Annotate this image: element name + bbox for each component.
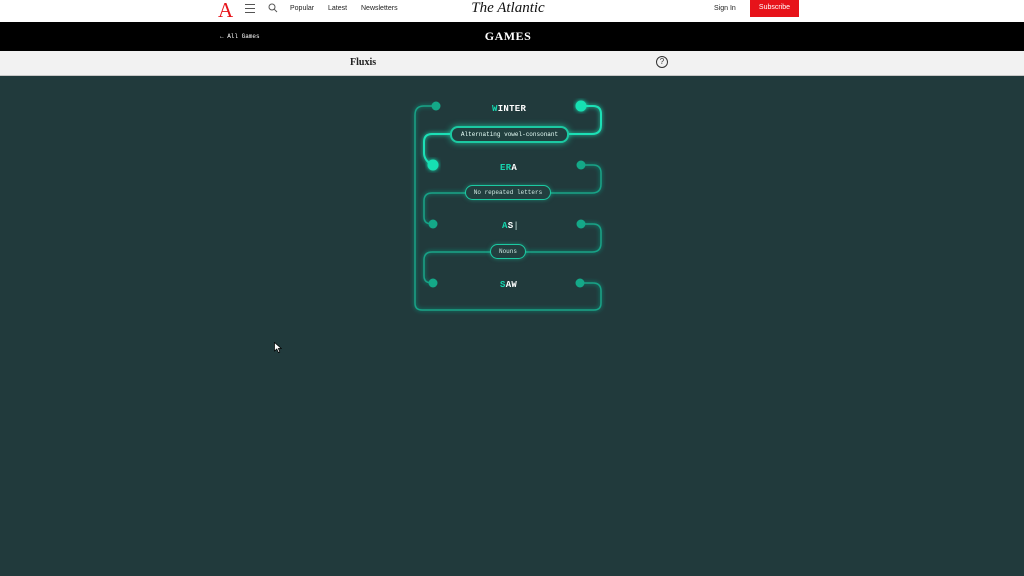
mouse-pointer-icon [274, 342, 282, 353]
word-1-letters: INTER [497, 104, 527, 114]
word-2-locked-letters: ER [500, 163, 512, 173]
node-left-1 [431, 101, 441, 111]
node-right-2 [576, 160, 586, 170]
rule-nouns[interactable]: Nouns [490, 244, 526, 259]
rule-no-repeated-letters[interactable]: No repeated letters [465, 185, 551, 200]
node-left-3 [428, 219, 438, 229]
word-row-2[interactable]: ERA [500, 163, 517, 173]
node-right-3 [576, 219, 586, 229]
word-4-letters: AW [505, 280, 518, 290]
word-2-letters: A [511, 163, 518, 173]
word-row-1[interactable]: WINTER [492, 104, 526, 114]
rule-alternating-vowel-consonant[interactable]: Alternating vowel-consonant [450, 126, 569, 143]
node-left-4 [428, 278, 438, 288]
word-row-3[interactable]: AS| [502, 221, 519, 231]
node-left-2 [427, 159, 439, 171]
text-cursor: | [513, 221, 520, 231]
node-right-4 [575, 278, 585, 288]
word-row-4[interactable]: SAW [500, 280, 517, 290]
node-right-1 [575, 100, 587, 112]
